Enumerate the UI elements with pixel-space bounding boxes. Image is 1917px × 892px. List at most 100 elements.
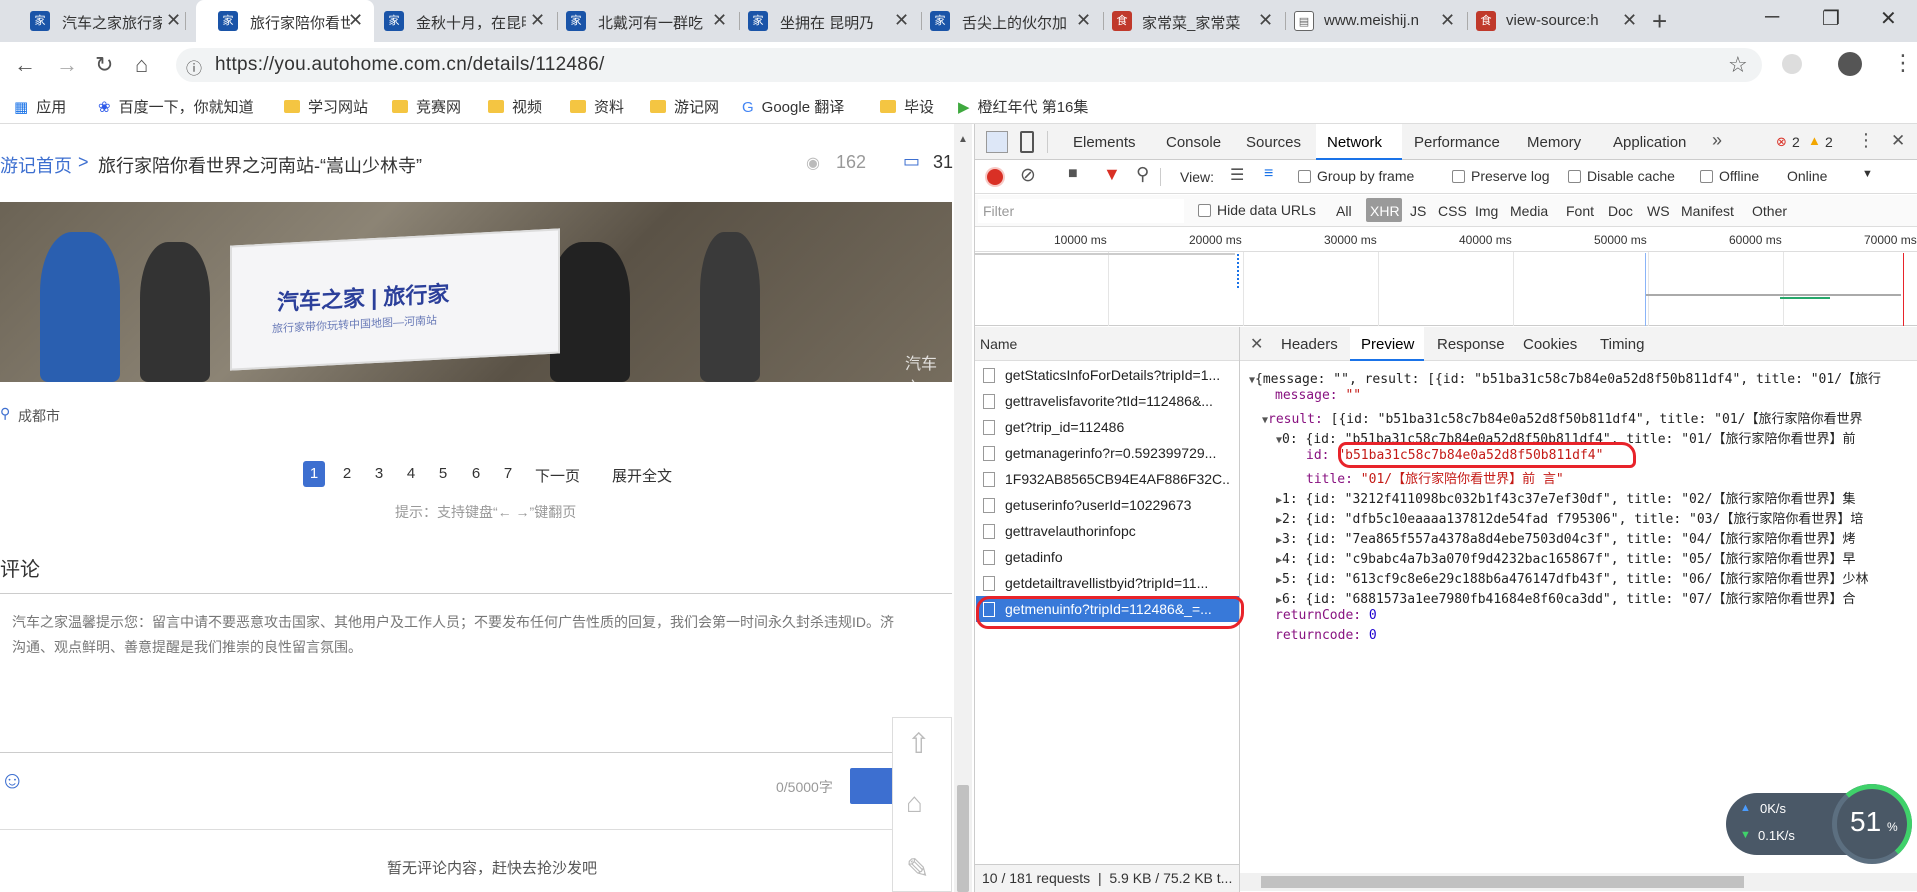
record-button[interactable] [987, 169, 1003, 185]
page-number-7[interactable]: 7 [497, 461, 519, 487]
group-by-frame-checkbox[interactable]: Group by frame [1298, 168, 1414, 184]
preview-scrollbar-thumb[interactable] [1261, 876, 1744, 888]
browser-tab[interactable]: 家 舌尖上的伙尔加 ✕ [926, 0, 1104, 42]
url-text[interactable]: https://you.autohome.com.cn/details/1124… [215, 54, 605, 76]
json-result-line[interactable]: ▼result: [{id: "b51ba31c58c7b84e0a52d8f5… [1262, 408, 1862, 427]
filter-img[interactable]: Img [1475, 203, 1498, 219]
checkbox[interactable] [1700, 170, 1713, 183]
browser-tab-active[interactable]: 家 旅行家陪你看世界 ✕ [196, 0, 374, 42]
request-row[interactable]: 1F932AB8565CB94E4AF886F32C... [983, 466, 1231, 492]
json-item[interactable]: ▶3: {id: "7ea865f557a4378a8d4ebe7503d04c… [1276, 528, 1856, 547]
bookmark-folder[interactable]: 资料 [570, 96, 624, 117]
list-view-icon[interactable]: ☰ [1230, 165, 1244, 185]
browser-tab[interactable]: 家 汽车之家旅行家陪你看世界 ✕ [8, 0, 186, 42]
browser-tab[interactable]: 家 金秋十月，在昆明 ✕ [380, 0, 558, 42]
info-icon[interactable]: ⓘ [186, 55, 202, 79]
clear-icon[interactable]: ⊘ [1020, 164, 1036, 187]
request-row[interactable]: gettravelisfavorite?tId=112486&... [983, 388, 1231, 414]
filter-all[interactable]: All [1336, 203, 1352, 219]
scroll-up-arrow-icon[interactable]: ▲ [958, 134, 968, 145]
chevron-down-icon[interactable]: ▼ [1862, 168, 1873, 180]
close-icon[interactable]: ✕ [1622, 10, 1637, 31]
filter-manifest[interactable]: Manifest [1681, 203, 1734, 219]
json-item[interactable]: ▶5: {id: "613cf9c8e6e29c188b6a476147dfb4… [1276, 568, 1869, 587]
warning-count[interactable]: 2 [1825, 134, 1833, 150]
inspect-element-icon[interactable] [986, 131, 1008, 153]
devtools-tab-application[interactable]: Application [1613, 134, 1686, 151]
page-number-2[interactable]: 2 [336, 461, 358, 487]
bookmark-folder[interactable]: 视频 [488, 96, 542, 117]
home-icon[interactable]: ⌂ [906, 787, 923, 819]
checkbox[interactable] [1568, 170, 1581, 183]
reload-icon[interactable]: ↻ [95, 52, 113, 78]
devtools-tab-sources[interactable]: Sources [1246, 134, 1301, 151]
request-row[interactable]: getuserinfo?userId=10229673 [983, 492, 1231, 518]
filter-css[interactable]: CSS [1438, 203, 1467, 219]
request-row[interactable]: gettravelauthorinfopc [983, 518, 1231, 544]
browser-tab[interactable]: 食 家常菜_家常菜 ✕ [1108, 0, 1286, 42]
new-tab-button[interactable]: + [1652, 6, 1667, 37]
close-icon[interactable]: ✕ [530, 10, 545, 31]
request-row[interactable]: getStaticsInfoForDetails?tripId=1... [983, 362, 1231, 388]
devtools-menu-icon[interactable]: ⋮ [1857, 130, 1875, 151]
comment-bubble-icon[interactable]: ▭ [903, 151, 920, 172]
error-count[interactable]: 2 [1792, 134, 1800, 150]
page-scrollbar-thumb[interactable] [957, 785, 969, 892]
minimize-button[interactable]: ─ [1765, 6, 1779, 29]
detail-tab-preview[interactable]: Preview [1361, 336, 1414, 353]
json-item[interactable]: ▶6: {id: "6881573a1ee7980fb41684e8f60ca3… [1276, 588, 1856, 607]
devtools-tab-elements[interactable]: Elements [1073, 134, 1136, 151]
device-toolbar-icon[interactable] [1020, 131, 1034, 153]
search-icon[interactable]: ⚲ [1136, 164, 1149, 185]
json-item[interactable]: ▶1: {id: "3212f411098bc032b1f43c37e7ef30… [1276, 488, 1856, 507]
comment-box[interactable] [0, 593, 952, 878]
bookmark-folder[interactable]: 竞赛网 [392, 96, 461, 117]
page-number-5[interactable]: 5 [432, 461, 454, 487]
close-icon[interactable]: ✕ [166, 10, 181, 31]
page-number-6[interactable]: 6 [465, 461, 487, 487]
menu-dots-icon[interactable]: ⋮ [1892, 50, 1914, 76]
detail-tab-timing[interactable]: Timing [1600, 336, 1644, 353]
detail-tab-cookies[interactable]: Cookies [1523, 336, 1577, 353]
throttling-select[interactable]: Online [1787, 168, 1827, 184]
json-item[interactable]: ▶4: {id: "c9babc4a7b3a070f9d4232bac16586… [1276, 548, 1856, 567]
close-icon[interactable]: ✕ [1440, 10, 1455, 31]
preserve-log-checkbox[interactable]: Preserve log [1452, 168, 1550, 184]
filter-doc[interactable]: Doc [1608, 203, 1633, 219]
devtools-tab-network[interactable]: Network [1327, 134, 1382, 151]
close-icon[interactable]: ✕ [1076, 10, 1091, 31]
forward-icon[interactable]: → [56, 52, 78, 78]
checkbox[interactable] [1452, 170, 1465, 183]
bookmark-google-translate[interactable]: G Google 翻译 [742, 96, 844, 117]
checkbox[interactable] [1298, 170, 1311, 183]
detail-tab-headers[interactable]: Headers [1281, 336, 1338, 353]
bookmark-folder[interactable]: 学习网站 [284, 96, 368, 117]
filter-ws[interactable]: WS [1647, 203, 1670, 219]
devtools-tab-console[interactable]: Console [1166, 134, 1221, 151]
close-icon[interactable]: ✕ [712, 10, 727, 31]
detail-tab-response[interactable]: Response [1437, 336, 1505, 353]
request-row[interactable]: getmanagerinfo?r=0.592399729... [983, 440, 1231, 466]
home-icon[interactable]: ⌂ [135, 52, 148, 78]
page-number-4[interactable]: 4 [400, 461, 422, 487]
back-icon[interactable]: ← [14, 52, 36, 78]
disable-cache-checkbox[interactable]: Disable cache [1568, 168, 1675, 184]
expand-full-text-link[interactable]: 展开全文 [612, 465, 672, 486]
warning-icon[interactable]: ▲ [1808, 133, 1821, 148]
profile-avatar-icon[interactable] [1838, 52, 1862, 76]
close-icon[interactable]: ✕ [894, 10, 909, 31]
comments-count[interactable]: 31 [933, 152, 953, 173]
edit-pencil-icon[interactable]: ✎ [906, 852, 929, 885]
devtools-close-icon[interactable]: ✕ [1891, 131, 1905, 151]
filter-media[interactable]: Media [1510, 203, 1548, 219]
breadcrumb-home-link[interactable]: 游记首页 [0, 152, 72, 178]
bookmark-star-icon[interactable]: ☆ [1728, 52, 1748, 78]
page-number-1[interactable]: 1 [303, 461, 325, 487]
bookmark-folder[interactable]: 游记网 [650, 96, 719, 117]
request-row[interactable]: getadinfo [983, 544, 1231, 570]
filter-xhr[interactable]: XHR [1370, 203, 1400, 219]
emoji-icon[interactable]: ☺ [0, 767, 25, 795]
browser-tab[interactable]: 家 坐拥在 昆明乃 ✕ [744, 0, 922, 42]
request-row[interactable]: getdetailtravellistbyid?tripId=11... [983, 570, 1231, 596]
close-detail-icon[interactable]: ✕ [1250, 334, 1263, 354]
